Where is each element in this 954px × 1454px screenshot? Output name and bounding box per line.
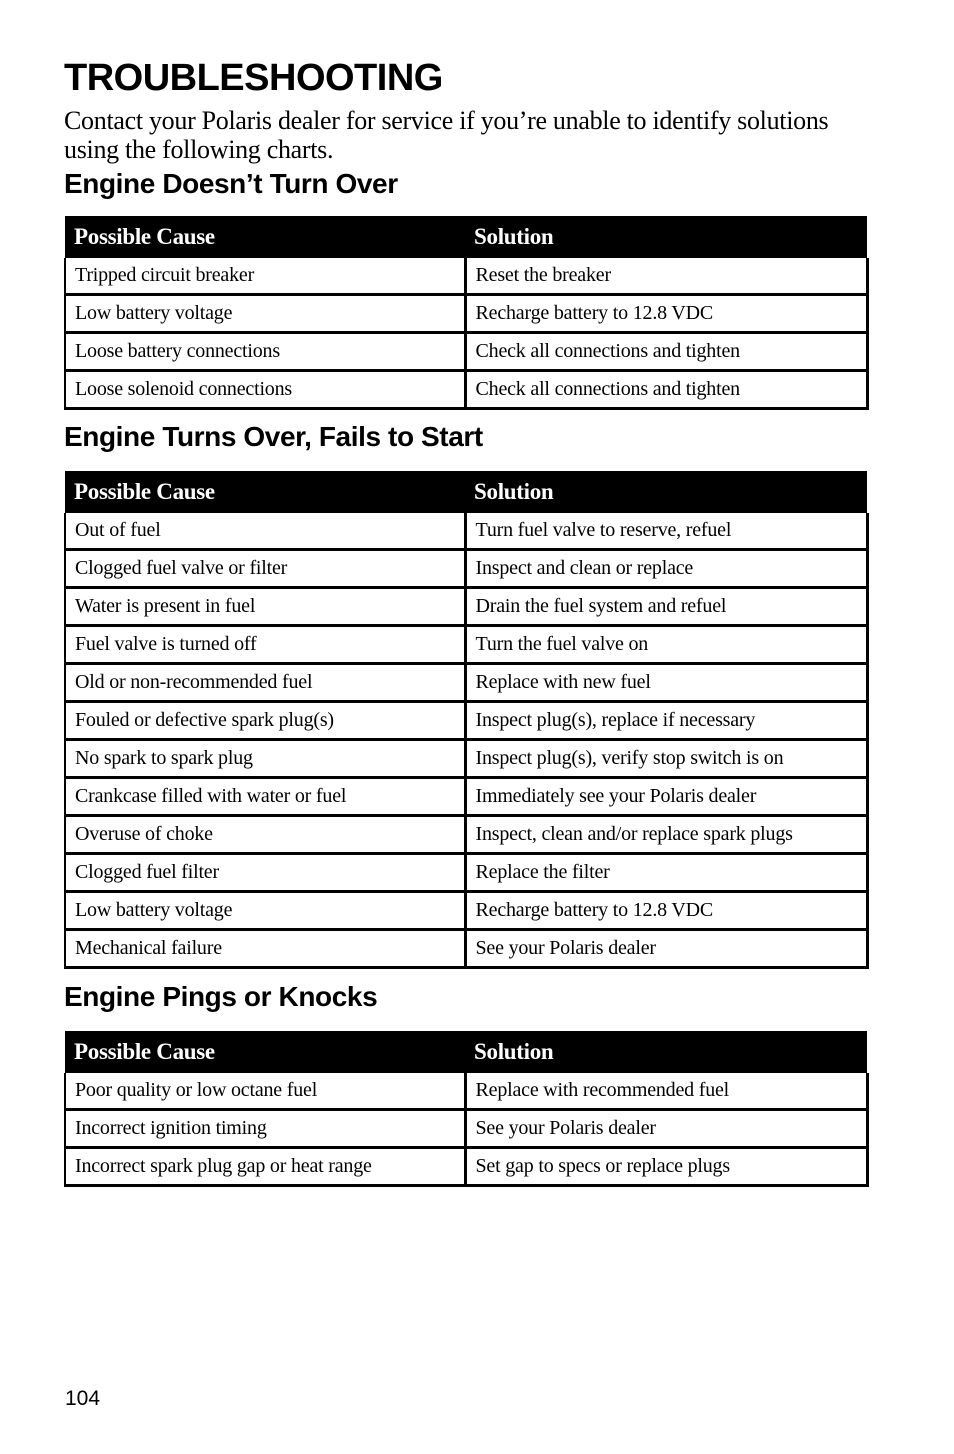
table-row: Low battery voltage Recharge battery to 1… [64, 294, 869, 334]
column-header-possible-cause: Possible Cause [65, 471, 465, 513]
solution-cell: Inspect plug(s), verify stop switch is o… [464, 739, 869, 779]
table-row: Tripped circuit breaker Reset the breaker [64, 258, 869, 296]
solution-cell: Immediately see your Polaris dealer [464, 777, 869, 817]
solution-cell: See your Polaris dealer [464, 929, 869, 969]
table-header-row: Possible Cause Solution [65, 471, 867, 513]
table-row: Poor quality or low octane fuel Replace w… [64, 1073, 869, 1111]
solution-cell: Recharge battery to 12.8 VDC [464, 294, 869, 334]
solution-cell: Replace with new fuel [464, 663, 869, 703]
cause-cell: Low battery voltage [64, 891, 467, 931]
intro-paragraph: Contact your Polaris dealer for service … [64, 106, 829, 164]
section-heading-engine-pings-or-knocks: Engine Pings or Knocks [64, 981, 378, 1012]
solution-cell: Drain the fuel system and refuel [464, 587, 869, 627]
cause-cell: Fuel valve is turned off [64, 625, 467, 665]
column-header-possible-cause: Possible Cause [65, 1031, 465, 1073]
cause-cell: Old or non-recommended fuel [64, 663, 467, 703]
table-row: Water is present in fuel Drain the fuel s… [64, 587, 869, 627]
table-row: Low battery voltage Recharge battery to 1… [64, 891, 869, 931]
table-row: Mechanical failure See your Polaris deale… [64, 929, 869, 969]
table-row: Overuse of choke Inspect, clean and/or re… [64, 815, 869, 855]
solution-cell: Check all connections and tighten [464, 370, 869, 410]
column-header-solution: Solution [465, 216, 867, 258]
table-row: Incorrect spark plug gap or heat range Se… [64, 1147, 869, 1187]
section-heading-engine-doesnt-turn-over: Engine Doesn’t Turn Over [64, 168, 398, 199]
cause-cell: Incorrect ignition timing [64, 1109, 467, 1149]
column-header-solution: Solution [465, 471, 867, 513]
cause-cell: Loose battery connections [64, 332, 467, 372]
section-heading-engine-turns-over-fails-to-start: Engine Turns Over, Fails to Start [64, 421, 483, 452]
solution-cell: Set gap to specs or replace plugs [464, 1147, 869, 1187]
cause-cell: Clogged fuel valve or filter [64, 549, 467, 589]
page-title: TROUBLESHOOTING [64, 57, 443, 99]
table-row: Old or non-recommended fuel Replace with … [64, 663, 869, 703]
troubleshooting-table-engine-turns-over-fails-to-start: Possible Cause Solution Out of fuel Turn … [64, 471, 869, 969]
cause-cell: Fouled or defective spark plug(s) [64, 701, 467, 741]
solution-cell: Check all connections and tighten [464, 332, 869, 372]
cause-cell: Overuse of choke [64, 815, 467, 855]
cause-cell: Clogged fuel filter [64, 853, 467, 893]
solution-cell: Turn fuel valve to reserve, refuel [464, 513, 869, 551]
cause-cell: Tripped circuit breaker [64, 258, 467, 296]
solution-cell: Recharge battery to 12.8 VDC [464, 891, 869, 931]
table-row: Clogged fuel filter Replace the filter [64, 853, 869, 893]
cause-cell: Crankcase filled with water or fuel [64, 777, 467, 817]
table-row: Loose solenoid connections Check all conn… [64, 370, 869, 410]
cause-cell: No spark to spark plug [64, 739, 467, 779]
troubleshooting-table-engine-doesnt-turn-over: Possible Cause Solution Tripped circuit … [64, 216, 869, 410]
troubleshooting-table-engine-pings-or-knocks: Possible Cause Solution Poor quality or … [64, 1031, 869, 1187]
page-number: 104 [65, 1387, 101, 1410]
solution-cell: Inspect plug(s), replace if necessary [464, 701, 869, 741]
table-row: No spark to spark plug Inspect plug(s), v… [64, 739, 869, 779]
table-row: Out of fuel Turn fuel valve to reserve, r… [64, 513, 869, 551]
solution-cell: Replace with recommended fuel [464, 1073, 869, 1111]
cause-cell: Incorrect spark plug gap or heat range [64, 1147, 467, 1187]
cause-cell: Low battery voltage [64, 294, 467, 334]
solution-cell: Inspect, clean and/or replace spark plug… [464, 815, 869, 855]
solution-cell: Turn the fuel valve on [464, 625, 869, 665]
cause-cell: Water is present in fuel [64, 587, 467, 627]
column-header-solution: Solution [465, 1031, 867, 1073]
table-row: Incorrect ignition timing See your Polari… [64, 1109, 869, 1149]
solution-cell: See your Polaris dealer [464, 1109, 869, 1149]
solution-cell: Reset the breaker [464, 258, 869, 296]
column-header-possible-cause: Possible Cause [65, 216, 465, 258]
table-header-row: Possible Cause Solution [65, 1031, 867, 1073]
table-row: Fouled or defective spark plug(s) Inspect… [64, 701, 869, 741]
cause-cell: Poor quality or low octane fuel [64, 1073, 467, 1111]
table-row: Loose battery connections Check all conne… [64, 332, 869, 372]
cause-cell: Loose solenoid connections [64, 370, 467, 410]
cause-cell: Out of fuel [64, 513, 467, 551]
table-row: Clogged fuel valve or filter Inspect and … [64, 549, 869, 589]
solution-cell: Inspect and clean or replace [464, 549, 869, 589]
table-row: Crankcase filled with water or fuel Immed… [64, 777, 869, 817]
table-header-row: Possible Cause Solution [65, 216, 867, 258]
cause-cell: Mechanical failure [64, 929, 467, 969]
table-row: Fuel valve is turned off Turn the fuel va… [64, 625, 869, 665]
solution-cell: Replace the filter [464, 853, 869, 893]
